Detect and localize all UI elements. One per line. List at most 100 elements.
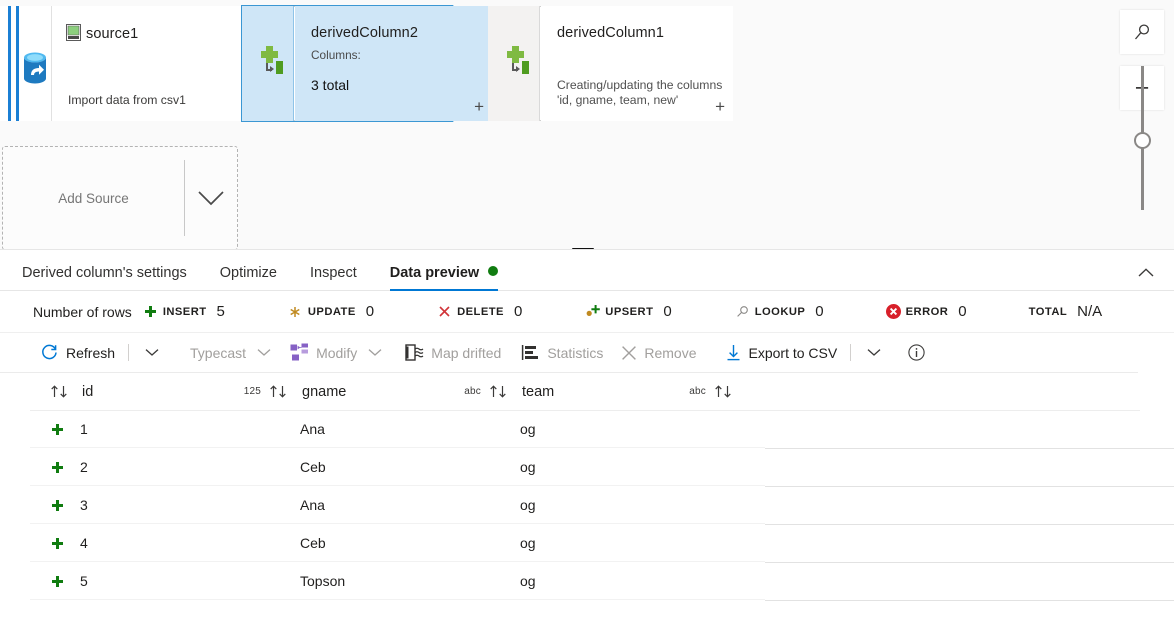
table-row[interactable]: 3 Ana og xyxy=(0,487,1174,523)
grid-header-marker-cell xyxy=(36,373,80,410)
map-drifted-label: Map drifted xyxy=(431,344,502,361)
data-preview-toolbar[interactable]: Refresh Typecast Modify Map drifted Stat… xyxy=(0,333,1138,373)
count-label: TOTAL xyxy=(1028,305,1068,318)
zoom-slider-thumb[interactable] xyxy=(1134,132,1151,149)
table-row[interactable]: 5 Topson og xyxy=(0,563,1174,599)
tab-data-preview[interactable]: Data preview xyxy=(389,265,499,291)
cell-extra xyxy=(745,563,1140,599)
refresh-button[interactable]: Refresh xyxy=(36,337,119,369)
typecast-button[interactable]: Typecast xyxy=(186,337,250,369)
modify-dropdown-button[interactable] xyxy=(361,348,389,357)
grid-header-id[interactable]: id 125 xyxy=(80,373,300,410)
insert-marker-icon xyxy=(52,575,63,587)
cell-value: 4 xyxy=(80,535,88,551)
status-dot xyxy=(488,266,499,276)
cell-value: og xyxy=(520,573,536,589)
map-drifted-button[interactable]: Map drifted xyxy=(401,337,505,369)
count-label: INSERT xyxy=(162,305,207,318)
column-type-label: abc xyxy=(464,386,481,397)
statistics-button[interactable]: Statistics xyxy=(517,337,607,369)
cell-gname: Topson xyxy=(300,563,520,599)
cross-icon xyxy=(436,306,453,317)
grid-header-team[interactable]: team abc xyxy=(520,373,745,410)
count-value: 0 xyxy=(663,303,672,320)
count-total: TOTAL N/A xyxy=(1029,303,1103,320)
sort-icon[interactable] xyxy=(489,384,510,399)
chevron-down-icon[interactable] xyxy=(185,189,237,208)
magnifier-icon xyxy=(1133,23,1152,42)
cell-id: 3 xyxy=(80,487,300,523)
cell-value: Ceb xyxy=(300,459,326,475)
table-row[interactable]: 2 Ceb og xyxy=(0,449,1174,485)
table-row[interactable]: 4 Ceb og xyxy=(0,525,1174,561)
cell-extra xyxy=(745,487,1140,523)
add-node-after-derivedColumn2-button[interactable]: + xyxy=(474,98,484,115)
node-content: derivedColumn1 Creating/updating the col… xyxy=(541,6,733,121)
refresh-icon xyxy=(40,343,59,362)
add-node-after-derivedColumn1-button[interactable]: + xyxy=(715,98,725,115)
cell-value: Ceb xyxy=(300,535,326,551)
chevron-down-icon xyxy=(257,348,271,357)
insert-marker-icon xyxy=(52,461,63,473)
asterisk-icon xyxy=(287,306,304,318)
statistics-icon xyxy=(521,343,540,362)
cell-id: 2 xyxy=(80,449,300,485)
grid-header-extra xyxy=(745,373,1140,410)
export-dropdown-button[interactable] xyxy=(860,348,888,357)
info-button[interactable] xyxy=(902,344,930,361)
export-to-csv-button[interactable]: Export to CSV xyxy=(721,337,842,369)
tab-inspect[interactable]: Inspect xyxy=(310,265,357,290)
add-source-button[interactable]: Add Source xyxy=(2,146,238,249)
count-delete: DELETE 0 xyxy=(436,303,522,320)
insert-marker-icon xyxy=(52,423,63,435)
column-header-label: id xyxy=(82,383,94,400)
dataflow-canvas[interactable]: source1 Import data from csv1 + derivedC… xyxy=(0,0,1174,250)
export-to-csv-label: Export to CSV xyxy=(748,344,838,361)
tab-optimize[interactable]: Optimize xyxy=(220,265,277,290)
panel-tabs[interactable]: Derived column's settings Optimize Inspe… xyxy=(0,250,1174,291)
sort-icon[interactable] xyxy=(714,384,735,399)
grid-header-gname[interactable]: gname abc xyxy=(300,373,520,410)
table-row[interactable]: 1 Ana og xyxy=(0,411,1174,447)
canvas-zoom-controls[interactable]: + – xyxy=(1120,10,1164,249)
count-value: 0 xyxy=(513,303,523,320)
column-sort-area: 125 xyxy=(93,384,300,399)
panel-collapse-button[interactable] xyxy=(1132,258,1160,286)
sort-icon[interactable] xyxy=(50,384,71,399)
cell-value: og xyxy=(520,497,536,513)
modify-button[interactable]: Modify xyxy=(286,337,361,369)
tab-label: Inspect xyxy=(309,265,357,281)
dataflow-node-derivedColumn2[interactable]: derivedColumn2 Columns: 3 total + xyxy=(242,6,492,121)
refresh-dropdown-button[interactable] xyxy=(138,348,166,357)
tab-label: Data preview xyxy=(389,265,480,281)
add-source-label: Add Source xyxy=(58,190,129,206)
plus-icon xyxy=(142,306,159,317)
typecast-dropdown-button[interactable] xyxy=(250,348,278,357)
typecast-label: Typecast xyxy=(190,344,247,361)
cell-team: og xyxy=(520,449,745,485)
count-error: ERROR 0 xyxy=(886,303,967,320)
node-icon-column xyxy=(488,6,540,121)
count-label: LOOKUP xyxy=(754,305,806,318)
column-type-label: 125 xyxy=(243,386,261,397)
row-marker-cell xyxy=(36,525,80,561)
bottom-panel: Derived column's settings Optimize Inspe… xyxy=(0,250,1174,633)
count-label: UPSERT xyxy=(605,305,654,318)
statistics-label: Statistics xyxy=(547,344,604,361)
cell-value: Topson xyxy=(300,573,346,589)
zoom-search-button[interactable] xyxy=(1120,10,1164,54)
count-insert: INSERT 5 xyxy=(142,303,225,320)
tab-derived-columns-settings[interactable]: Derived column's settings xyxy=(22,265,187,290)
chevron-down-icon xyxy=(145,348,159,357)
sort-icon[interactable] xyxy=(269,384,290,399)
remove-label: Remove xyxy=(644,344,697,361)
remove-button[interactable]: Remove xyxy=(617,337,700,369)
map-drifted-icon xyxy=(405,343,424,362)
close-icon xyxy=(621,345,637,361)
cell-value: 5 xyxy=(80,573,88,589)
dataflow-node-derivedColumn1[interactable]: derivedColumn1 Creating/updating the col… xyxy=(488,6,733,121)
column-sort-area: abc xyxy=(554,384,745,399)
cell-value: og xyxy=(520,535,536,551)
data-preview-grid[interactable]: id 125 gname abc team abc 1 Ana og 2 Ceb… xyxy=(0,373,1174,601)
chevron-down-icon xyxy=(368,348,382,357)
